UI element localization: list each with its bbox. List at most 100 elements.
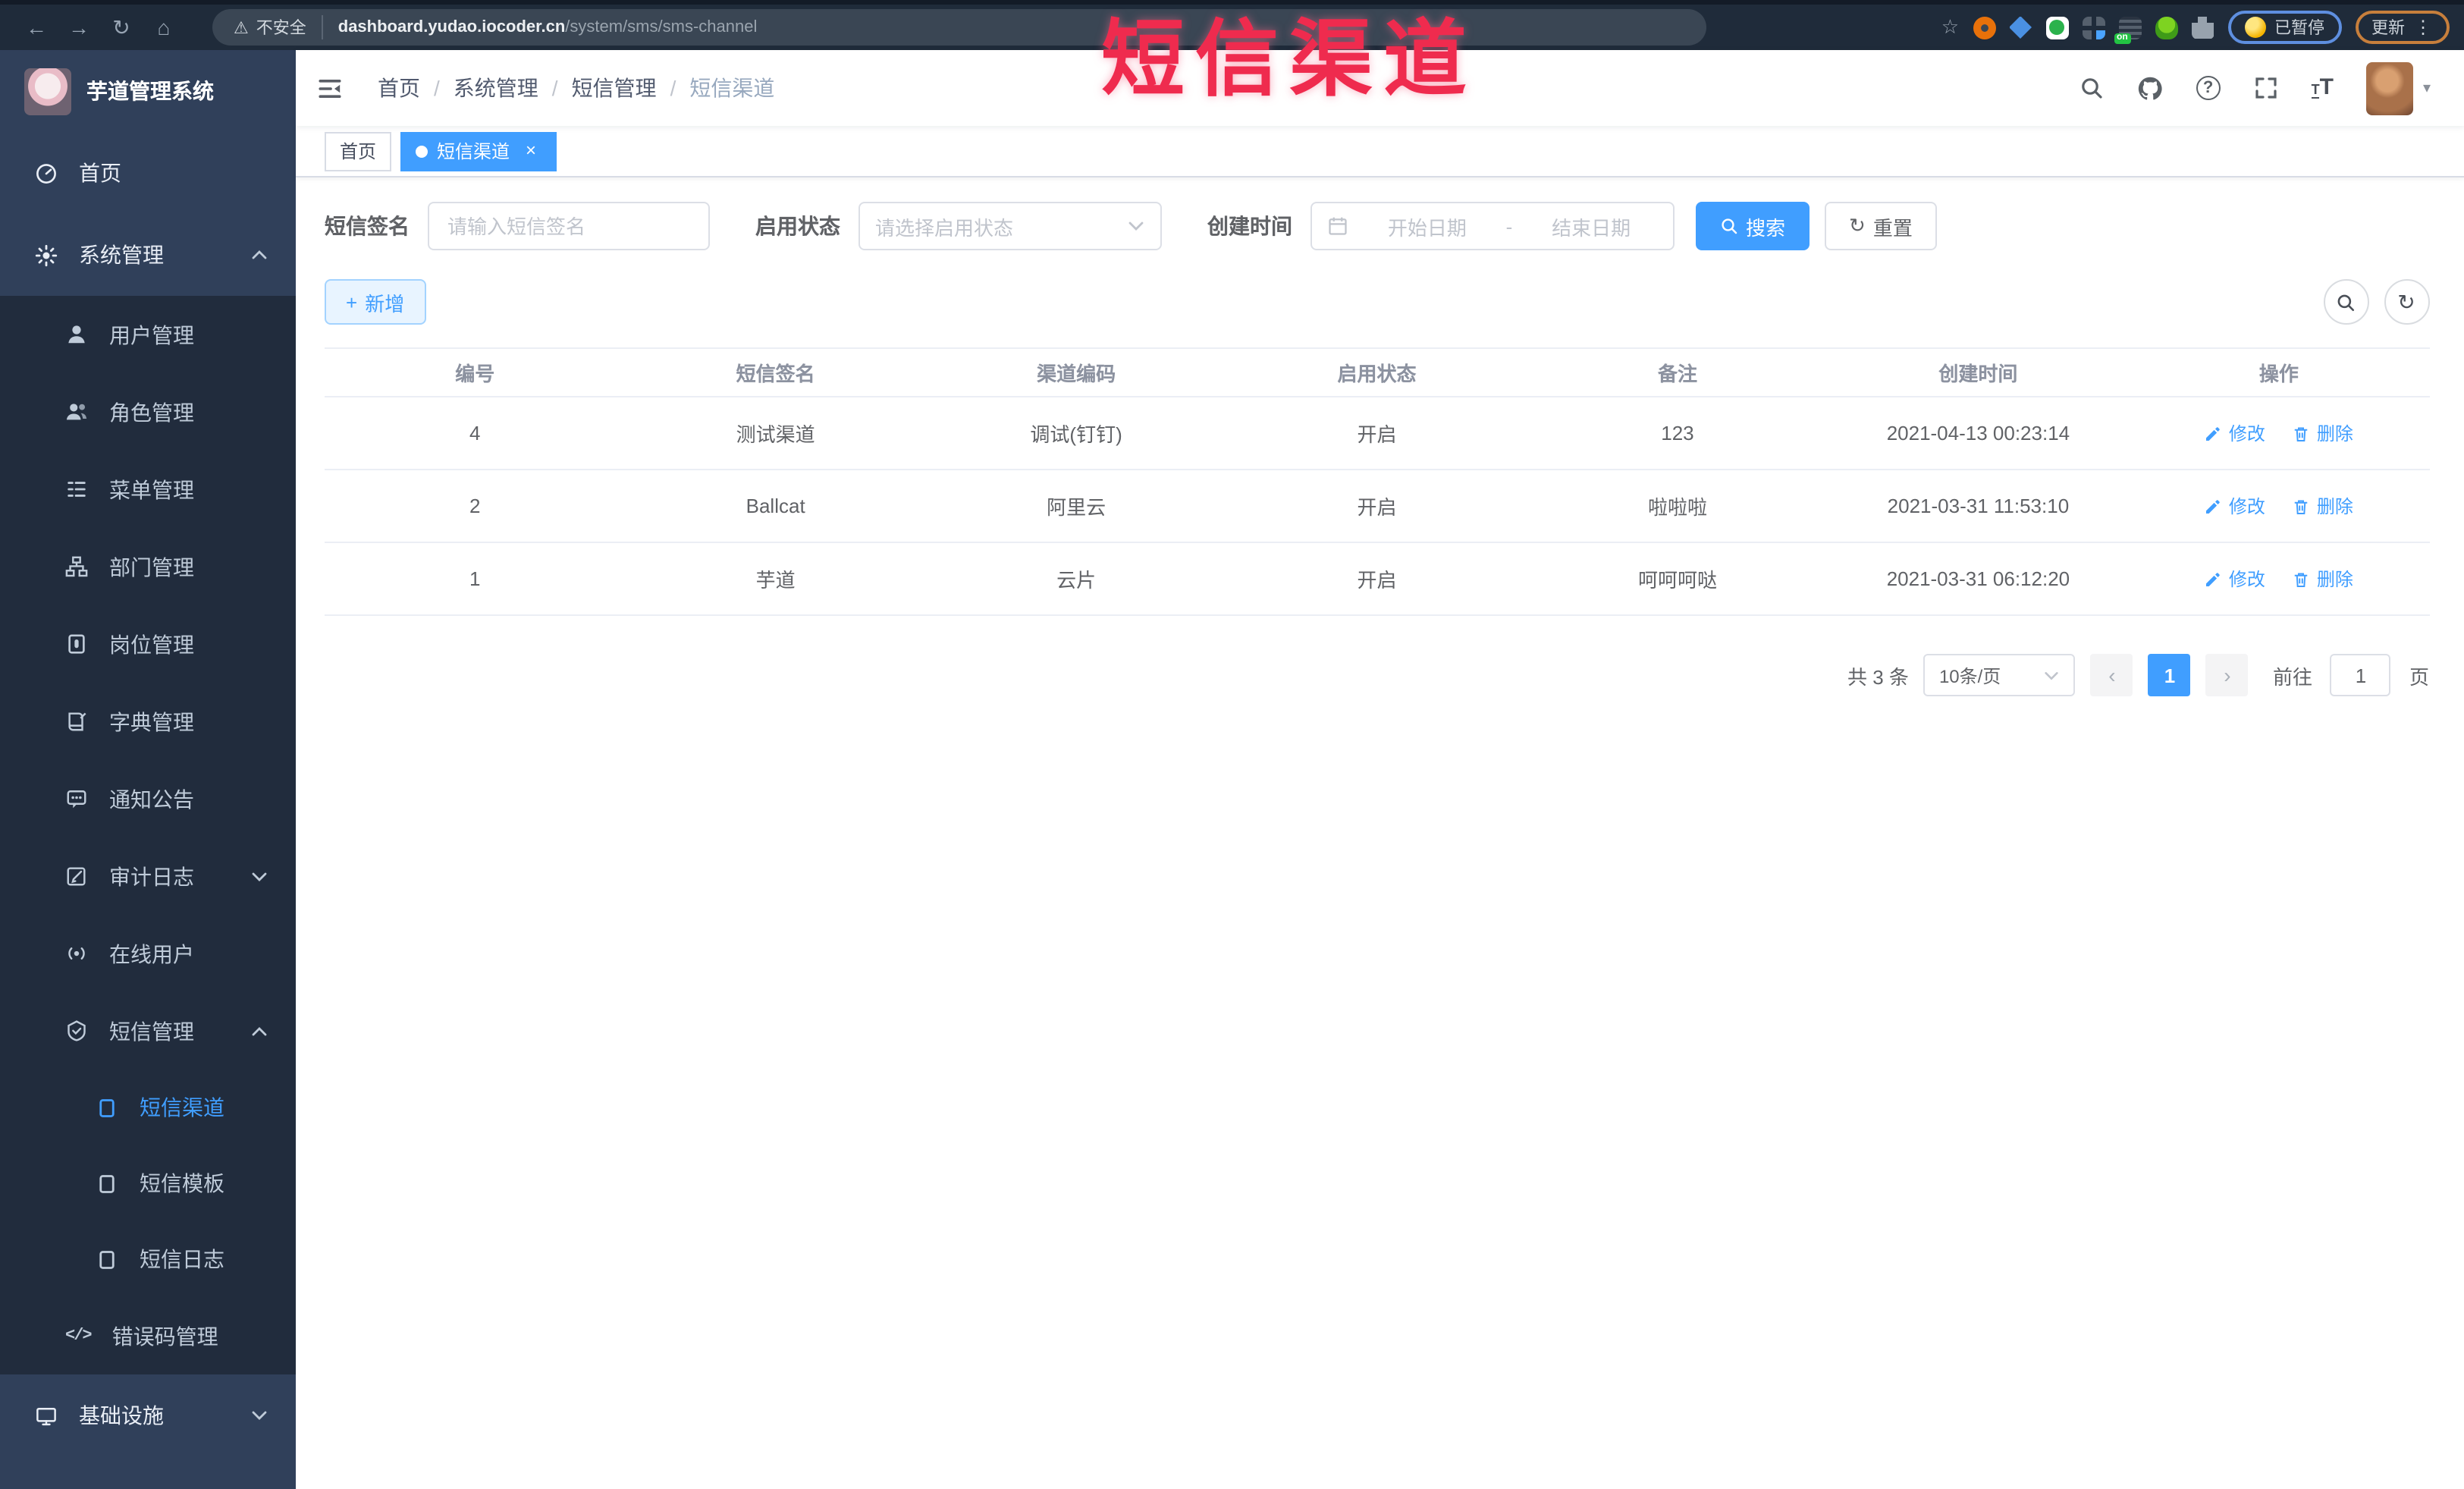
extension-grid-icon[interactable] [2082, 16, 2105, 39]
profile-paused-button[interactable]: 已暂停 [2227, 11, 2341, 44]
date-range-picker[interactable]: 开始日期 - 结束日期 [1310, 202, 1675, 250]
sidebar-item-sms-log[interactable]: 短信日志 [0, 1221, 296, 1297]
table-row: 1 芋道 云片 开启 呵呵呵哒 2021-03-31 06:12:20 修改 删… [325, 543, 2429, 616]
toggle-search-button[interactable] [2323, 279, 2368, 325]
sidebar-item-online-users[interactable]: 在线用户 [0, 915, 296, 992]
list-icon [65, 478, 88, 501]
header-search-icon[interactable] [2079, 76, 2104, 100]
sidebar-item-error-code[interactable]: </> 错误码管理 [0, 1297, 296, 1374]
on-badge: on [2114, 33, 2131, 43]
extension-orange-icon[interactable] [1973, 16, 1995, 39]
delete-link[interactable]: 删除 [2293, 493, 2353, 519]
sidebar-item-notice[interactable]: 通知公告 [0, 760, 296, 837]
start-date-placeholder[interactable]: 开始日期 [1361, 212, 1494, 240]
smiley-avatar [2244, 17, 2265, 38]
close-icon[interactable]: × [520, 140, 541, 162]
extensions-puzzle-icon[interactable] [2191, 16, 2214, 39]
edit-link[interactable]: 修改 [2205, 566, 2265, 592]
breadcrumb-home[interactable]: 首页 [378, 73, 420, 103]
sidebar-item-system[interactable]: 系统管理 [0, 214, 296, 296]
edit-icon [2205, 570, 2223, 588]
caret-down-icon: ▾ [2422, 80, 2431, 96]
current-page-button[interactable]: 1 [2148, 654, 2191, 696]
security-warning[interactable]: ⚠ 不安全 [234, 15, 323, 39]
extension-blue-icon[interactable] [2009, 16, 2032, 39]
prev-page-button[interactable]: ‹ [2090, 654, 2133, 696]
hamburger-icon[interactable] [317, 75, 372, 101]
end-date-placeholder[interactable]: 结束日期 [1524, 212, 1658, 240]
sidebar-item-menus[interactable]: 菜单管理 [0, 451, 296, 528]
help-icon[interactable]: ? [2196, 76, 2221, 100]
tags-view-bar: 首页 短信渠道 × [296, 126, 2464, 177]
breadcrumb-system[interactable]: 系统管理 [454, 73, 538, 103]
gear-icon [35, 243, 58, 266]
sidebar-item-posts[interactable]: 岗位管理 [0, 605, 296, 683]
browser-home-icon[interactable]: ⌂ [143, 5, 185, 50]
sidebar-item-audit-log[interactable]: 审计日志 [0, 837, 296, 915]
page-unit-label: 页 [2409, 665, 2429, 688]
right-toolbar: ↻ [2323, 279, 2429, 325]
extension-alien-icon[interactable] [2155, 16, 2177, 39]
active-dot [416, 145, 428, 157]
breadcrumb-separator: / [551, 76, 558, 100]
browser-toolbar: ← → ↻ ⌂ ⚠ 不安全 dashboard.yudao.iocoder.cn… [0, 0, 2464, 50]
reset-button[interactable]: ↻ 重置 [1825, 202, 1937, 250]
user-menu[interactable]: ▾ [2366, 61, 2431, 115]
address-bar[interactable]: ⚠ 不安全 dashboard.yudao.iocoder.cn/system/… [212, 9, 1706, 46]
tab-sms-channel[interactable]: 短信渠道 × [400, 131, 557, 171]
breadcrumb: 首页 / 系统管理 / 短信管理 / 短信渠道 [378, 73, 774, 103]
add-button[interactable]: + 新增 [325, 279, 426, 325]
goto-page-input[interactable] [2330, 654, 2391, 696]
app-logo[interactable]: 芋道管理系统 [0, 50, 296, 132]
sidebar-item-home[interactable]: 首页 [0, 132, 296, 214]
sign-label: 短信签名 [325, 214, 410, 238]
next-page-button[interactable]: › [2205, 654, 2249, 696]
table-header-row: 编号 短信签名 渠道编码 启用状态 备注 创建时间 操作 [325, 347, 2429, 397]
delete-link[interactable]: 删除 [2293, 420, 2353, 446]
sidebar-item-infra[interactable]: 基础设施 [0, 1374, 296, 1456]
navbar: 首页 / 系统管理 / 短信管理 / 短信渠道 ? TT ▾ [296, 50, 2464, 126]
sidebar-item-sms[interactable]: 短信管理 [0, 992, 296, 1070]
browser-update-button[interactable]: 更新 ⋮ [2355, 11, 2449, 44]
org-tree-icon [65, 555, 88, 578]
delete-link[interactable]: 删除 [2293, 566, 2353, 592]
sidebar: 芋道管理系统 首页 系统管理 用户管理 角色管理 菜单管理 部门管理 岗位管理 … [0, 50, 296, 1489]
extension-dark-icon[interactable]: on [2114, 16, 2141, 43]
tab-home[interactable]: 首页 [325, 131, 392, 171]
bookmark-star-icon[interactable]: ☆ [1941, 15, 1959, 39]
sidebar-item-sms-template[interactable]: 短信模板 [0, 1145, 296, 1221]
user-avatar[interactable] [2366, 61, 2414, 115]
github-icon[interactable] [2137, 75, 2163, 101]
edit-link[interactable]: 修改 [2205, 420, 2265, 446]
sidebar-item-dict[interactable]: 字典管理 [0, 683, 296, 760]
system-submenu: 用户管理 角色管理 菜单管理 部门管理 岗位管理 字典管理 通知公告 审计日志 … [0, 296, 296, 1374]
refresh-icon: ↻ [2397, 289, 2415, 313]
sidebar-item-depts[interactable]: 部门管理 [0, 528, 296, 605]
fullscreen-icon[interactable] [2254, 76, 2278, 100]
shield-icon [65, 1019, 88, 1042]
table-toolbar: + 新增 ↻ [325, 279, 2429, 325]
sidebar-item-users[interactable]: 用户管理 [0, 296, 296, 373]
font-size-icon[interactable]: TT [2311, 76, 2334, 99]
sign-input[interactable] [428, 202, 710, 250]
edit-link[interactable]: 修改 [2205, 493, 2265, 519]
breadcrumb-sms[interactable]: 短信管理 [572, 73, 657, 103]
browser-forward-icon[interactable]: → [58, 5, 100, 50]
extension-green-icon[interactable] [2045, 16, 2068, 39]
search-button[interactable]: 搜索 [1696, 202, 1810, 250]
page-size-select[interactable]: 10条/页 [1923, 654, 2076, 696]
browser-back-icon[interactable]: ← [15, 5, 58, 50]
chevron-up-icon [250, 246, 268, 264]
browser-reload-icon[interactable]: ↻ [100, 5, 143, 50]
status-select[interactable]: 请选择启用状态 [858, 202, 1162, 250]
online-signal-icon [65, 942, 88, 965]
browser-menu-icon[interactable]: ⋮ [2414, 17, 2432, 38]
chevron-down-icon [2044, 667, 2061, 683]
table-row: 2 Ballcat 阿里云 开启 啦啦啦 2021-03-31 11:53:10… [325, 470, 2429, 543]
sidebar-item-sms-channel[interactable]: 短信渠道 [0, 1070, 296, 1145]
chevron-down-icon [250, 1406, 268, 1425]
col-remark: 备注 [1657, 363, 1697, 385]
sidebar-item-roles[interactable]: 角色管理 [0, 373, 296, 451]
refresh-button[interactable]: ↻ [2384, 279, 2429, 325]
edit-icon [2205, 497, 2223, 515]
